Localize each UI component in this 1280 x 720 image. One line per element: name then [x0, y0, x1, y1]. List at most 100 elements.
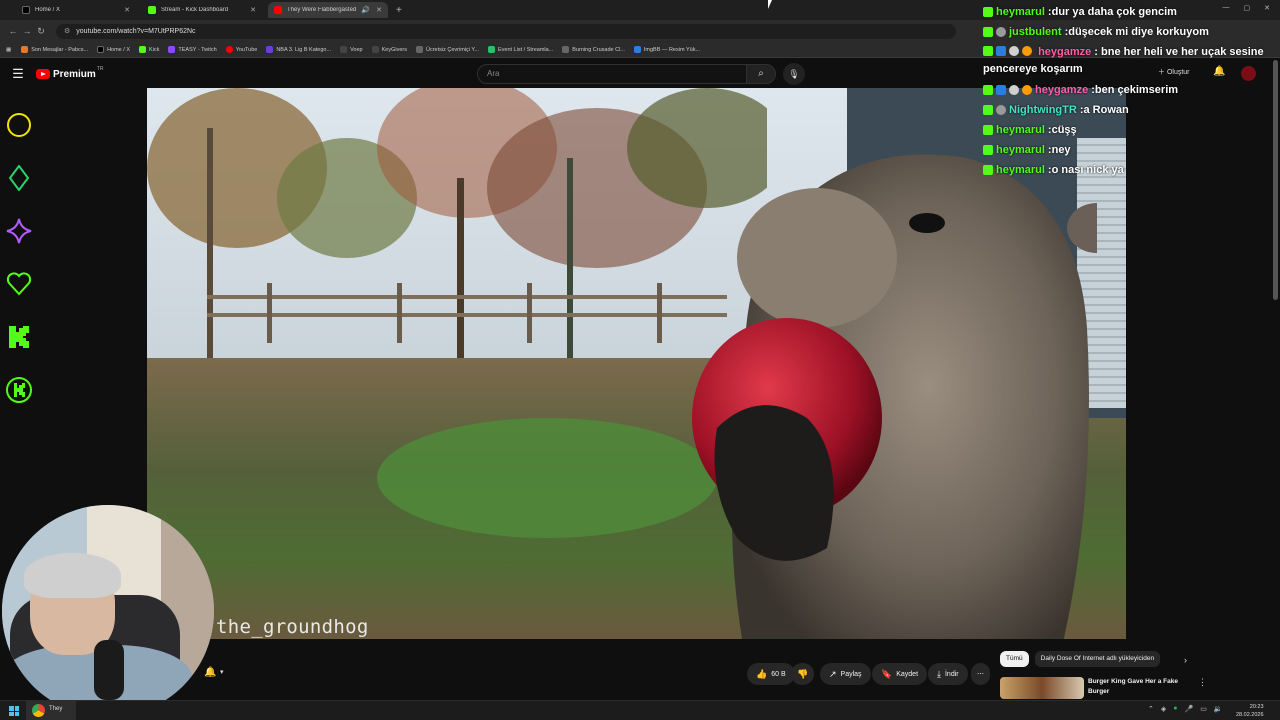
webcam-hair [24, 553, 121, 598]
back-button[interactable]: ← [6, 26, 20, 36]
suggested-video-title[interactable]: Burger King Gave Her a Fake Burger [1088, 677, 1178, 699]
country-code: TR [96, 66, 104, 72]
search-input[interactable]: Ara [477, 64, 747, 84]
share-icon: ↗ [829, 668, 837, 679]
url-field[interactable]: ⚙ youtube.com/watch?v=M7UtPRP62Nc [56, 23, 956, 39]
chat-username: heygamze [1038, 46, 1092, 58]
chat-username: justbulent [1009, 26, 1062, 38]
chat-username: heymarul [996, 124, 1045, 136]
apps-icon[interactable]: ▦ [6, 47, 11, 53]
network-icon[interactable]: ◈ [1161, 705, 1166, 713]
chevron-up-icon[interactable]: ⌃ [1148, 705, 1154, 713]
search-button[interactable]: ⌕ [746, 64, 776, 84]
close-icon[interactable]: ✕ [250, 6, 256, 14]
bookmark-icon [225, 46, 233, 53]
download-button[interactable]: ⤓ İndir [928, 663, 968, 685]
bookmark-item[interactable]: NBA 3. Lig B Katego... [266, 46, 331, 53]
folder-icon [340, 46, 348, 53]
bookmark-icon [168, 46, 176, 53]
system-clock[interactable]: 20:23 28.02.2026 [1236, 703, 1264, 719]
subscribe-bell-icon[interactable]: 🔔 [204, 667, 216, 678]
chip-all[interactable]: Tümü [1000, 651, 1029, 667]
clock-time: 20:23 [1249, 704, 1264, 710]
more-vert-icon[interactable]: ⋮ [1198, 677, 1207, 699]
chat-message: heymarul: dur ya daha çok gencim [983, 2, 1273, 22]
kick-badge-icon [983, 105, 993, 115]
bookmark-item[interactable]: Burning Crusade Cl... [562, 46, 625, 53]
bookmark-label: KeyGivers [381, 46, 407, 53]
chat-username: heymarul [996, 6, 1045, 18]
chevron-right-icon[interactable]: › [1184, 655, 1187, 665]
kick-badge-icon [983, 125, 993, 135]
thumbs-up-icon: 👍 [756, 668, 768, 679]
kick-badge-icon [983, 46, 993, 56]
bookmark-item[interactable]: KeyGivers [371, 46, 407, 53]
mic-tray-icon[interactable]: 🎤 [1185, 705, 1194, 713]
bookmark-item[interactable]: ImgBB — Resim Yük... [633, 46, 700, 53]
more-actions-button[interactable]: ⋯ [971, 663, 990, 685]
system-tray: ⌃ ◈ ● 🎤 ▭ 🔉 [1148, 705, 1223, 713]
bookmark-item[interactable]: Voep [340, 46, 363, 53]
like-button[interactable]: 👍 60 B [747, 663, 795, 685]
bookmark-icon [633, 46, 641, 53]
close-icon[interactable]: ✕ [124, 6, 130, 14]
display-icon[interactable]: ▭ [1200, 705, 1207, 713]
kick-logo-icon [9, 326, 29, 348]
chat-username: heymarul [996, 164, 1045, 176]
gift-badge-icon [1022, 85, 1032, 95]
like-count: 60 B [771, 670, 786, 678]
bookmark-item[interactable]: Ücretsiz Çevrimiçi Y... [415, 46, 479, 53]
volume-icon[interactable]: 🔉 [1214, 705, 1223, 713]
bookmark-item[interactable]: Son Mesajlar - Pabcs... [21, 46, 88, 53]
voice-search-button[interactable]: 🎙 [783, 63, 805, 85]
suggested-video[interactable]: Burger King Gave Her a Fake Burger ⋮ [1000, 677, 1270, 699]
bookmark-icon: 🔖 [881, 668, 893, 679]
tab-kick-dashboard[interactable]: Stream - Kick Dashboard ✕ [142, 2, 262, 18]
chat-username: heygamze [1035, 84, 1089, 96]
kick-badge-icon [983, 85, 993, 95]
chat-text: dur ya daha çok gencim [1051, 6, 1177, 18]
menu-icon[interactable]: ☰ [0, 66, 36, 82]
x-icon [22, 6, 30, 14]
youtube-logo[interactable]: Premium TR [36, 66, 104, 80]
bookmark-icon [21, 46, 29, 53]
bookmark-icon [266, 46, 274, 53]
chrome-icon[interactable] [32, 704, 45, 717]
chevron-down-icon[interactable]: ▾ [220, 668, 224, 676]
save-button[interactable]: 🔖 Kaydet [872, 663, 928, 685]
new-tab-button[interactable]: + [396, 5, 402, 16]
bookmark-item[interactable]: Event List / Streamla... [487, 46, 553, 53]
close-icon[interactable]: ✕ [376, 6, 382, 14]
video-thumbnail[interactable] [1000, 677, 1084, 699]
chat-overlay: heymarul: dur ya daha çok gencim justbul… [983, 2, 1273, 180]
bookmark-item[interactable]: Home / X [97, 46, 130, 53]
folder-icon [371, 46, 379, 53]
kick-badge-icon [983, 27, 993, 37]
site-info-icon[interactable]: ⚙ [64, 27, 70, 35]
dislike-button[interactable]: 👎 [791, 663, 815, 685]
chat-message: NightwingTR: a Rowan [983, 100, 1273, 120]
speaker-icon[interactable]: 🔊 [361, 6, 370, 14]
page-scrollbar[interactable] [1273, 60, 1278, 300]
verified-badge-icon [996, 85, 1006, 95]
kick-circle-icon [6, 377, 32, 403]
brand-label: Premium [53, 68, 96, 80]
share-button[interactable]: ↗ Paylaş [820, 663, 871, 685]
forward-button[interactable]: → [20, 26, 34, 36]
webcam-microphone [94, 640, 124, 700]
bookmark-item[interactable]: Kick [139, 46, 159, 53]
reload-button[interactable]: ↻ [34, 26, 48, 37]
download-label: İndir [944, 670, 959, 678]
bookmark-item[interactable]: YouTube [225, 46, 257, 53]
tab-youtube-video[interactable]: They Were Flabbergasted 🔊 ✕ [268, 2, 388, 18]
chat-text: ben çekimserim [1094, 84, 1179, 96]
download-icon: ⤓ [937, 668, 941, 679]
windows-start-icon[interactable] [9, 706, 19, 716]
bookmark-label: Ücretsiz Çevrimiçi Y... [425, 46, 479, 53]
video-player[interactable]: the_groundhog [147, 88, 1126, 639]
spotify-icon[interactable]: ● [1173, 705, 1177, 713]
chat-message: justbulent: düşecek mi diye korkuyom [983, 22, 1273, 42]
chip-uploader[interactable]: Daily Dose Of Internet adlı yükleyiciden [1034, 651, 1161, 667]
tab-home-x[interactable]: Home / X ✕ [16, 2, 136, 18]
bookmark-item[interactable]: TEASY - Twitch [168, 46, 217, 53]
